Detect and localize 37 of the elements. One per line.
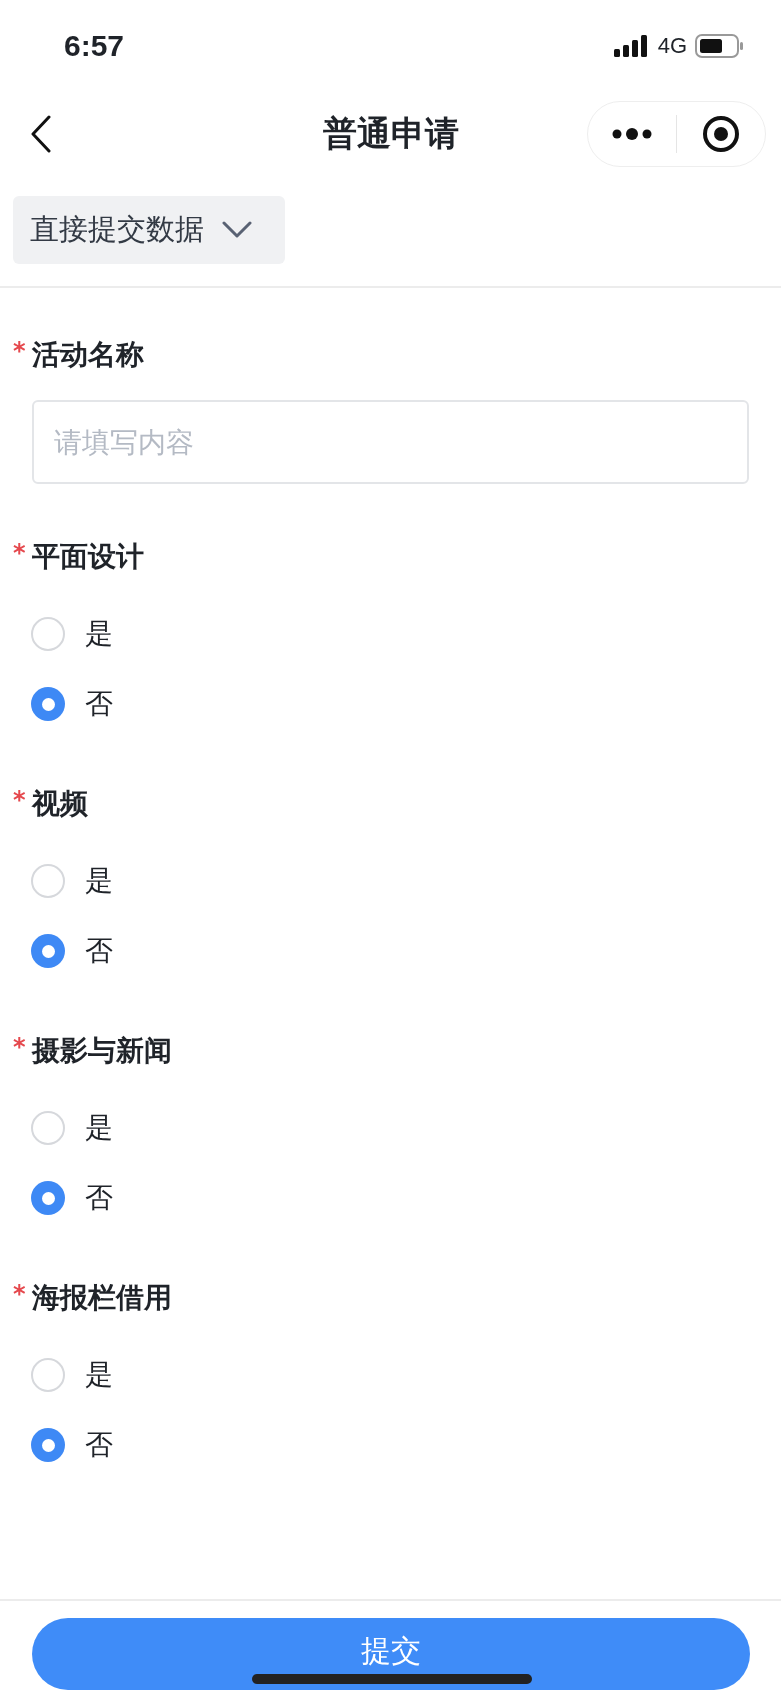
radio-button[interactable] xyxy=(31,864,65,898)
page-title: 普通申请 xyxy=(322,113,459,153)
close-target-icon[interactable] xyxy=(702,115,740,153)
field-label: 摄影与新闻 xyxy=(32,1033,172,1069)
radio-button[interactable] xyxy=(31,617,65,651)
field-label: 活动名称 xyxy=(32,337,144,373)
field-label: 视频 xyxy=(32,786,88,822)
required-mark: * xyxy=(13,1033,27,1061)
signal-icon xyxy=(613,35,650,57)
option-label: 否 xyxy=(85,1180,113,1216)
radio-button[interactable] xyxy=(31,934,65,968)
option-label: 是 xyxy=(85,1110,113,1146)
option-label: 是 xyxy=(85,1357,113,1393)
battery-icon xyxy=(695,34,743,58)
chevron-down-icon xyxy=(222,221,252,239)
required-mark: * xyxy=(13,539,27,567)
more-icon[interactable] xyxy=(612,128,652,140)
radio-button[interactable] xyxy=(31,1111,65,1145)
status-time: 6:57 xyxy=(64,29,125,63)
option-label: 否 xyxy=(85,686,113,722)
required-mark: * xyxy=(13,1280,27,1308)
option-label: 是 xyxy=(85,863,113,899)
mode-dropdown[interactable]: 直接提交数据 xyxy=(13,196,285,264)
radio-button[interactable] xyxy=(31,1358,65,1392)
radio-button[interactable] xyxy=(31,687,65,721)
option-label: 否 xyxy=(85,1427,113,1463)
network-label: 4G xyxy=(657,33,687,59)
option-label: 是 xyxy=(85,616,113,652)
field-label: 海报栏借用 xyxy=(32,1280,172,1316)
required-mark: * xyxy=(13,786,27,814)
radio-button[interactable] xyxy=(31,1181,65,1215)
option-label: 否 xyxy=(85,933,113,969)
field-label: 平面设计 xyxy=(32,539,144,575)
radio-button[interactable] xyxy=(31,1428,65,1462)
required-mark: * xyxy=(13,337,27,365)
text-field[interactable]: 请填写内容 xyxy=(32,400,749,484)
back-icon[interactable] xyxy=(30,115,52,153)
